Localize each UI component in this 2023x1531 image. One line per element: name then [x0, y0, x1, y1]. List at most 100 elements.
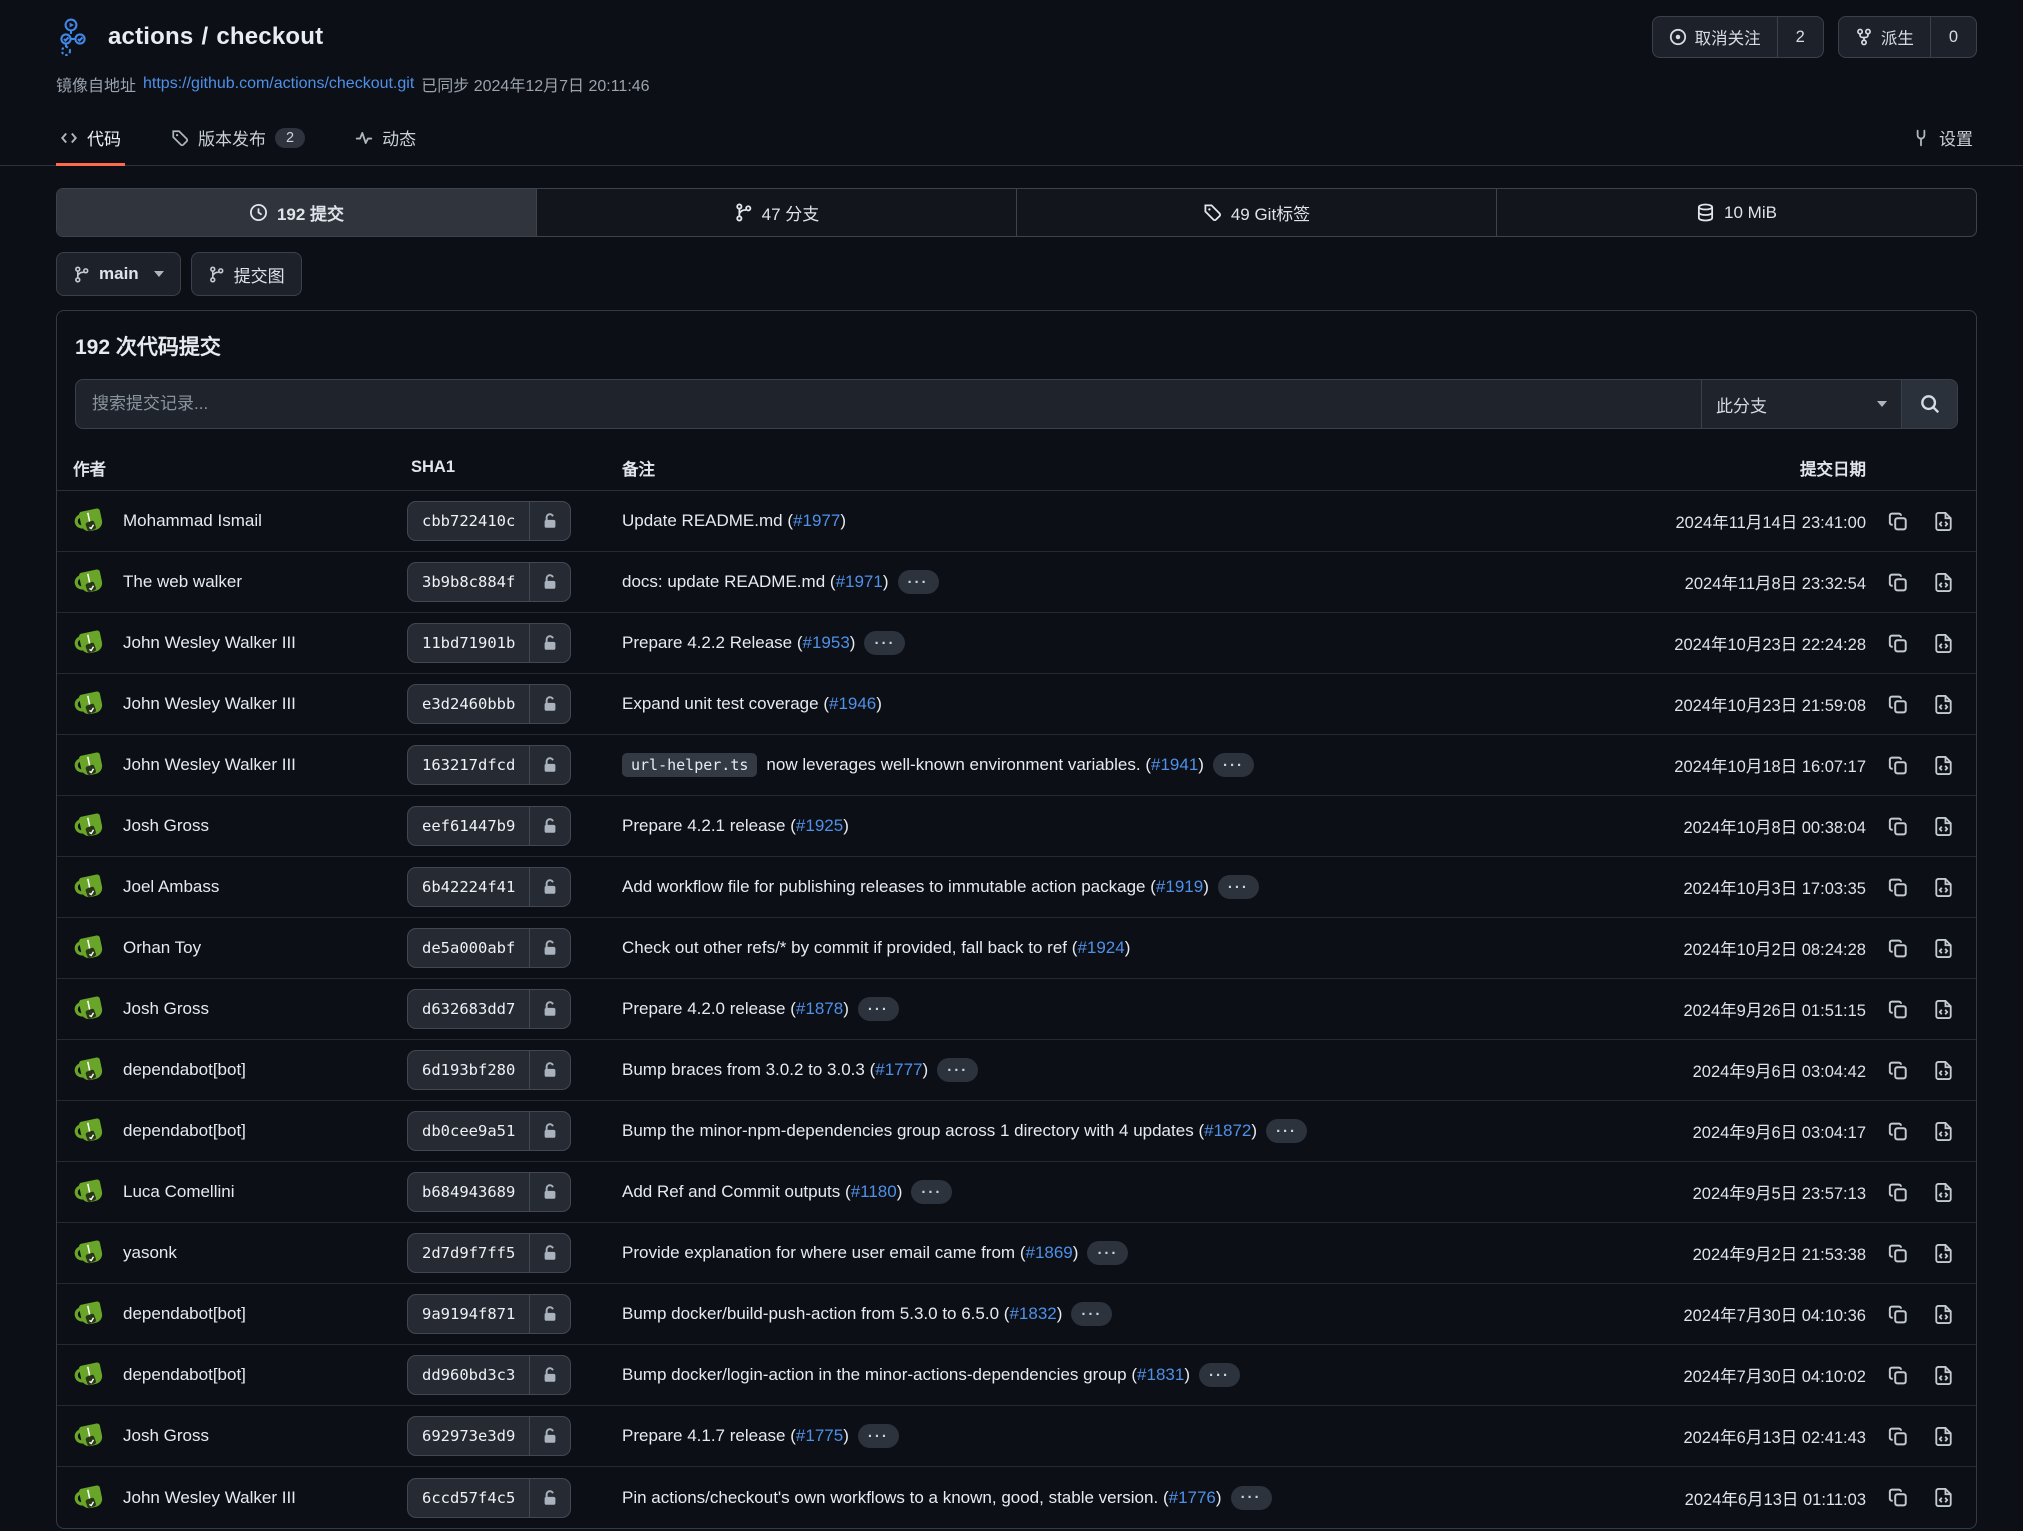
view-file-at-commit-icon[interactable] — [1933, 633, 1954, 654]
expand-commit-button[interactable]: ··· — [911, 1180, 952, 1204]
copy-sha-icon[interactable] — [1888, 1243, 1909, 1264]
issue-link[interactable]: #1977 — [793, 511, 840, 530]
commit-message[interactable]: Check out other refs/* by commit if prov… — [622, 938, 1130, 958]
commit-sha-badge[interactable]: b684943689 — [407, 1172, 571, 1212]
tab-releases[interactable]: 版本发布 2 — [167, 112, 309, 165]
copy-sha-icon[interactable] — [1888, 1060, 1909, 1081]
forks-count[interactable]: 0 — [1930, 17, 1976, 57]
copy-sha-icon[interactable] — [1888, 816, 1909, 837]
issue-link[interactable]: #1872 — [1204, 1121, 1251, 1140]
commit-message[interactable]: Add Ref and Commit outputs (#1180) — [622, 1182, 902, 1202]
commit-sha-badge[interactable]: 9a9194f871 — [407, 1294, 571, 1334]
view-file-at-commit-icon[interactable] — [1933, 1182, 1954, 1203]
commit-sha-badge[interactable]: dd960bd3c3 — [407, 1355, 571, 1395]
issue-link[interactable]: #1946 — [829, 694, 876, 713]
commit-sha-badge[interactable]: d632683dd7 — [407, 989, 571, 1029]
branch-filter-dropdown[interactable]: 此分支 — [1701, 380, 1901, 428]
commit-search-input[interactable] — [76, 380, 1701, 428]
tab-settings[interactable]: 设置 — [1908, 112, 1977, 165]
issue-link[interactable]: #1869 — [1025, 1243, 1072, 1262]
commit-message[interactable]: Expand unit test coverage (#1946) — [622, 694, 882, 714]
view-file-at-commit-icon[interactable] — [1933, 1060, 1954, 1081]
stat-branches[interactable]: 47 分支 — [537, 189, 1017, 236]
commit-message[interactable]: Bump the minor-npm-dependencies group ac… — [622, 1121, 1257, 1141]
issue-link[interactable]: #1775 — [796, 1426, 843, 1445]
commit-message[interactable]: Prepare 4.2.0 release (#1878) — [622, 999, 849, 1019]
copy-sha-icon[interactable] — [1888, 755, 1909, 776]
copy-sha-icon[interactable] — [1888, 1426, 1909, 1447]
copy-sha-icon[interactable] — [1888, 1121, 1909, 1142]
commit-sha-badge[interactable]: 6b42224f41 — [407, 867, 571, 907]
expand-commit-button[interactable]: ··· — [1231, 1486, 1272, 1510]
issue-link[interactable]: #1777 — [875, 1060, 922, 1079]
expand-commit-button[interactable]: ··· — [858, 1424, 899, 1448]
unwatch-button-main[interactable]: 取消关注 — [1653, 17, 1777, 57]
expand-commit-button[interactable]: ··· — [1218, 875, 1259, 899]
view-file-at-commit-icon[interactable] — [1933, 755, 1954, 776]
copy-sha-icon[interactable] — [1888, 999, 1909, 1020]
issue-link[interactable]: #1925 — [796, 816, 843, 835]
commit-message[interactable]: Prepare 4.2.1 release (#1925) — [622, 816, 849, 836]
view-file-at-commit-icon[interactable] — [1933, 938, 1954, 959]
copy-sha-icon[interactable] — [1888, 1182, 1909, 1203]
view-file-at-commit-icon[interactable] — [1933, 816, 1954, 837]
commit-sha-badge[interactable]: 11bd71901b — [407, 623, 571, 663]
commit-sha-badge[interactable]: db0cee9a51 — [407, 1111, 571, 1151]
view-file-at-commit-icon[interactable] — [1933, 1304, 1954, 1325]
copy-sha-icon[interactable] — [1888, 511, 1909, 532]
copy-sha-icon[interactable] — [1888, 1304, 1909, 1325]
expand-commit-button[interactable]: ··· — [898, 570, 939, 594]
issue-link[interactable]: #1776 — [1169, 1488, 1216, 1507]
expand-commit-button[interactable]: ··· — [1199, 1363, 1240, 1387]
view-file-at-commit-icon[interactable] — [1933, 1365, 1954, 1386]
commit-message[interactable]: Prepare 4.1.7 release (#1775) — [622, 1426, 849, 1446]
expand-commit-button[interactable]: ··· — [1071, 1302, 1112, 1326]
commit-sha-badge[interactable]: 3b9b8c884f — [407, 562, 571, 602]
repo-name-link[interactable]: checkout — [216, 23, 323, 50]
commit-graph-button[interactable]: 提交图 — [191, 252, 302, 296]
view-file-at-commit-icon[interactable] — [1933, 511, 1954, 532]
issue-link[interactable]: #1971 — [836, 572, 883, 591]
unwatch-button[interactable]: 取消关注 2 — [1652, 16, 1824, 58]
view-file-at-commit-icon[interactable] — [1933, 1121, 1954, 1142]
commit-sha-badge[interactable]: 2d7d9f7ff5 — [407, 1233, 571, 1273]
commit-message[interactable]: Bump docker/build-push-action from 5.3.0… — [622, 1304, 1062, 1324]
copy-sha-icon[interactable] — [1888, 572, 1909, 593]
commit-message[interactable]: Bump docker/login-action in the minor-ac… — [622, 1365, 1190, 1385]
expand-commit-button[interactable]: ··· — [937, 1058, 978, 1082]
fork-button[interactable]: 派生 0 — [1838, 16, 1977, 58]
view-file-at-commit-icon[interactable] — [1933, 877, 1954, 898]
issue-link[interactable]: #1941 — [1151, 755, 1198, 774]
commit-sha-badge[interactable]: 6d193bf280 — [407, 1050, 571, 1090]
copy-sha-icon[interactable] — [1888, 1487, 1909, 1508]
commit-sha-badge[interactable]: 6ccd57f4c5 — [407, 1478, 571, 1518]
view-file-at-commit-icon[interactable] — [1933, 999, 1954, 1020]
issue-link[interactable]: #1180 — [851, 1182, 897, 1201]
issue-link[interactable]: #1878 — [796, 999, 843, 1018]
copy-sha-icon[interactable] — [1888, 1365, 1909, 1386]
issue-link[interactable]: #1919 — [1156, 877, 1203, 896]
commit-message[interactable]: Prepare 4.2.2 Release (#1953) — [622, 633, 855, 653]
tab-activity[interactable]: 动态 — [351, 112, 420, 165]
copy-sha-icon[interactable] — [1888, 877, 1909, 898]
expand-commit-button[interactable]: ··· — [1266, 1119, 1307, 1143]
view-file-at-commit-icon[interactable] — [1933, 1426, 1954, 1447]
branch-selector[interactable]: main — [56, 252, 181, 296]
commit-sha-badge[interactable]: eef61447b9 — [407, 806, 571, 846]
commit-message[interactable]: Add workflow file for publishing release… — [622, 877, 1209, 897]
stat-size[interactable]: 10 MiB — [1497, 189, 1976, 236]
search-button[interactable] — [1901, 380, 1957, 428]
commit-message[interactable]: Bump braces from 3.0.2 to 3.0.3 (#1777) — [622, 1060, 928, 1080]
tab-code[interactable]: 代码 — [56, 112, 125, 165]
commit-message[interactable]: now leverages well-known environment var… — [766, 755, 1204, 775]
watchers-count[interactable]: 2 — [1777, 17, 1823, 57]
commit-message[interactable]: Pin actions/checkout's own workflows to … — [622, 1488, 1222, 1508]
expand-commit-button[interactable]: ··· — [1087, 1241, 1128, 1265]
repo-owner-link[interactable]: actions — [108, 23, 193, 50]
copy-sha-icon[interactable] — [1888, 633, 1909, 654]
commit-message[interactable]: Provide explanation for where user email… — [622, 1243, 1078, 1263]
view-file-at-commit-icon[interactable] — [1933, 694, 1954, 715]
view-file-at-commit-icon[interactable] — [1933, 1243, 1954, 1264]
expand-commit-button[interactable]: ··· — [1213, 753, 1254, 777]
copy-sha-icon[interactable] — [1888, 938, 1909, 959]
